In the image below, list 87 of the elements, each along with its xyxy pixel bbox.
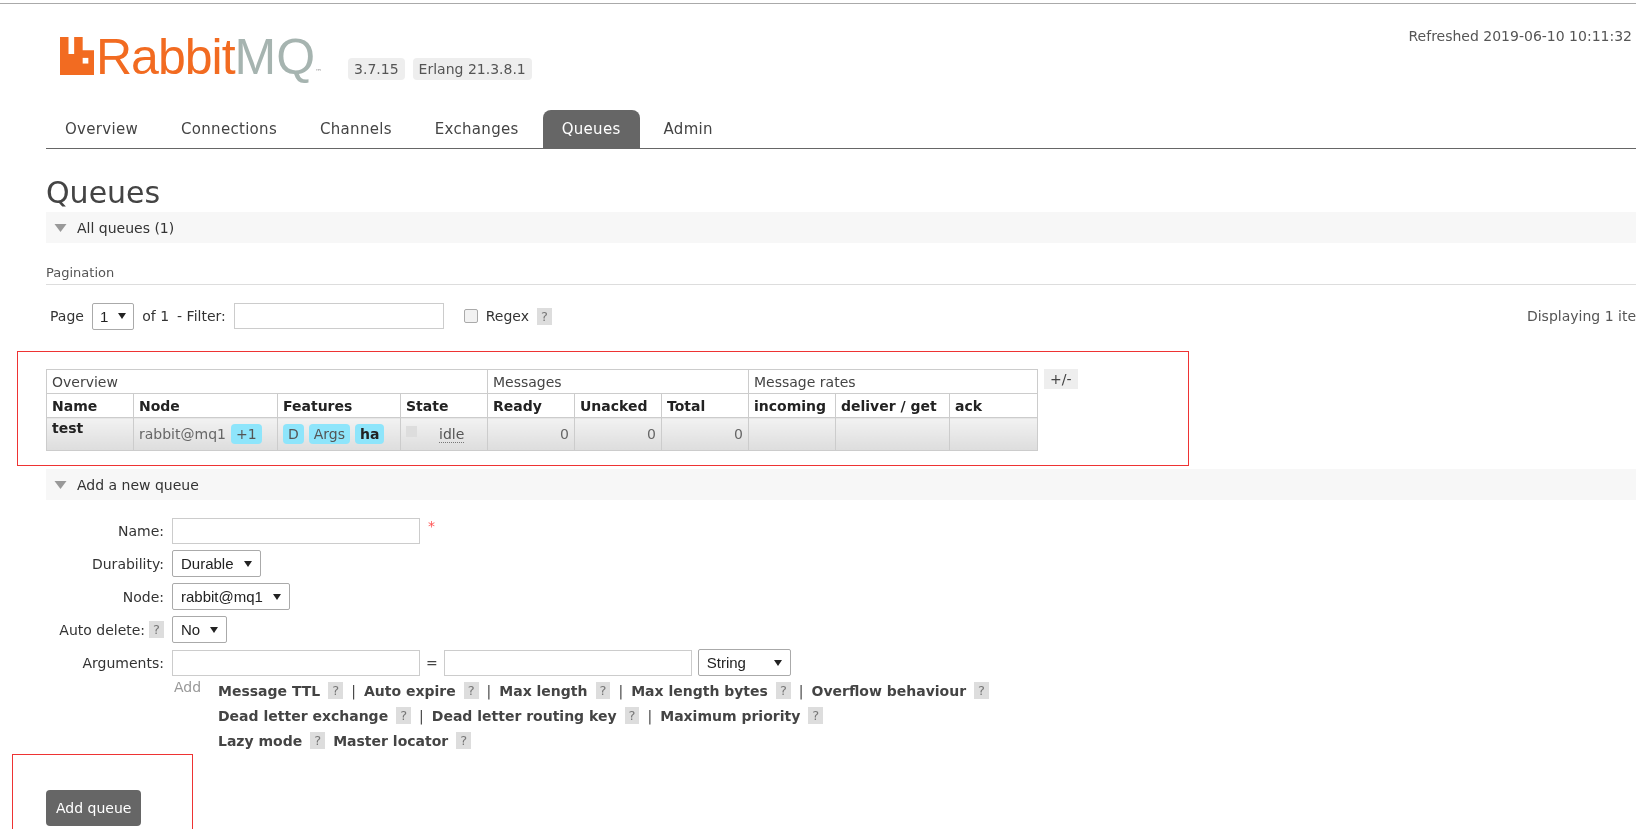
field-label: Auto delete:: [59, 621, 146, 638]
section-header[interactable]: All queues (1): [46, 212, 1636, 243]
argument-link[interactable]: Overflow behaviour: [811, 682, 967, 699]
section-title: Add a new queue: [77, 476, 199, 493]
separator: |: [618, 682, 624, 699]
section-title: All queues (1): [77, 219, 175, 236]
displaying-count: Displaying 1 ite: [1526, 308, 1636, 324]
dropdown[interactable]: No: [172, 616, 228, 643]
pagination-heading: Pagination: [46, 265, 1636, 285]
type-dropdown[interactable]: String: [697, 649, 791, 676]
argument-link[interactable]: Maximum priority: [660, 707, 801, 724]
table-cell: 0: [661, 417, 749, 451]
argument-link[interactable]: Master locator: [333, 732, 449, 749]
nav-tab[interactable]: Exchanges: [415, 110, 538, 148]
argument-key-field[interactable]: [172, 649, 420, 676]
logo-brand: Rabbit: [96, 34, 235, 80]
caret-icon: [243, 560, 252, 567]
separator: |: [798, 682, 804, 699]
filter-field[interactable]: [233, 303, 444, 329]
separator: |: [647, 707, 653, 724]
node-name: rabbit@mq1: [139, 426, 226, 442]
state-label: idle: [439, 426, 465, 443]
table-cell: 0: [574, 417, 662, 451]
column-header: incoming: [748, 393, 836, 418]
help-button[interactable]: ?: [463, 682, 479, 699]
field-label: Node:: [122, 588, 164, 605]
required-mark: *: [428, 518, 435, 534]
nav-tab[interactable]: Connections: [162, 110, 297, 148]
node-count-badge: +1: [230, 424, 262, 444]
caret-icon: [210, 626, 219, 633]
table-cell[interactable]: test: [46, 417, 134, 451]
dropdown[interactable]: Durable: [172, 550, 261, 577]
nav-tab[interactable]: Admin: [644, 110, 732, 148]
column-header: Node: [133, 393, 278, 418]
column-header: Total: [661, 393, 749, 418]
separator: |: [486, 682, 492, 699]
add-queue-button[interactable]: Add queue: [46, 790, 142, 826]
argument-link[interactable]: Auto expire: [363, 682, 456, 699]
page-title: Queues: [46, 177, 162, 209]
argument-link[interactable]: Dead letter exchange: [218, 707, 389, 724]
column-header: State: [400, 393, 488, 418]
caret-icon: [118, 313, 127, 319]
argument-link[interactable]: Max length bytes: [631, 682, 768, 699]
feature-badge: ha: [355, 424, 385, 444]
page-select[interactable]: 1: [91, 302, 135, 330]
column-header: Name: [46, 393, 134, 418]
regex-checkbox[interactable]: [463, 309, 478, 323]
column-header: ack: [949, 393, 1038, 418]
columns-toggle-button[interactable]: +/-: [1044, 369, 1078, 389]
table-cell: 0: [487, 417, 575, 451]
feature-badge: D: [283, 424, 304, 444]
refreshed-time: Refreshed 2019-06-10 10:11:32: [1408, 28, 1632, 44]
separator: |: [351, 682, 356, 699]
argument-value-field[interactable]: [443, 649, 692, 676]
version-badge: 3.7.15: [348, 58, 405, 80]
field-label: Name:: [117, 522, 164, 539]
argument-link[interactable]: Max length: [499, 682, 588, 699]
separator: |: [419, 707, 424, 724]
dropdown[interactable]: rabbit@mq1: [172, 583, 290, 610]
column-header: Unacked: [574, 393, 662, 418]
field-label: Arguments:: [82, 654, 164, 671]
nav-tab[interactable]: Channels: [301, 110, 411, 148]
caret-icon: [773, 659, 782, 666]
rabbit-logo-icon: [60, 36, 94, 76]
nav-tab[interactable]: Queues: [542, 110, 640, 148]
argument-link[interactable]: Dead letter routing key: [431, 707, 617, 724]
regex-label: Regex: [485, 308, 530, 324]
field-label: Durability:: [91, 555, 164, 572]
column-group-header: Message rates: [748, 369, 1038, 394]
section-header[interactable]: Add a new queue: [46, 469, 1636, 500]
equals-sign: =: [426, 654, 438, 671]
column-header: deliver / get: [835, 393, 950, 418]
column-header: Features: [277, 393, 401, 418]
argument-link[interactable]: Message TTL: [218, 682, 321, 699]
page-count: of 1: [142, 308, 170, 324]
nav-tab[interactable]: Overview: [46, 110, 158, 148]
caret-icon: [272, 593, 281, 600]
version-badge: Erlang 21.3.8.1: [412, 58, 532, 80]
feature-badge: Args: [308, 424, 351, 444]
column-group-header: Messages: [487, 369, 749, 394]
argument-link[interactable]: Lazy mode: [218, 732, 303, 749]
name-field[interactable]: [172, 517, 420, 544]
filter-label: - Filter:: [177, 308, 226, 324]
add-label: Add: [174, 679, 203, 697]
page-label: Page: [50, 308, 84, 324]
column-group-header: Overview: [46, 369, 488, 394]
column-header: Ready: [487, 393, 575, 418]
